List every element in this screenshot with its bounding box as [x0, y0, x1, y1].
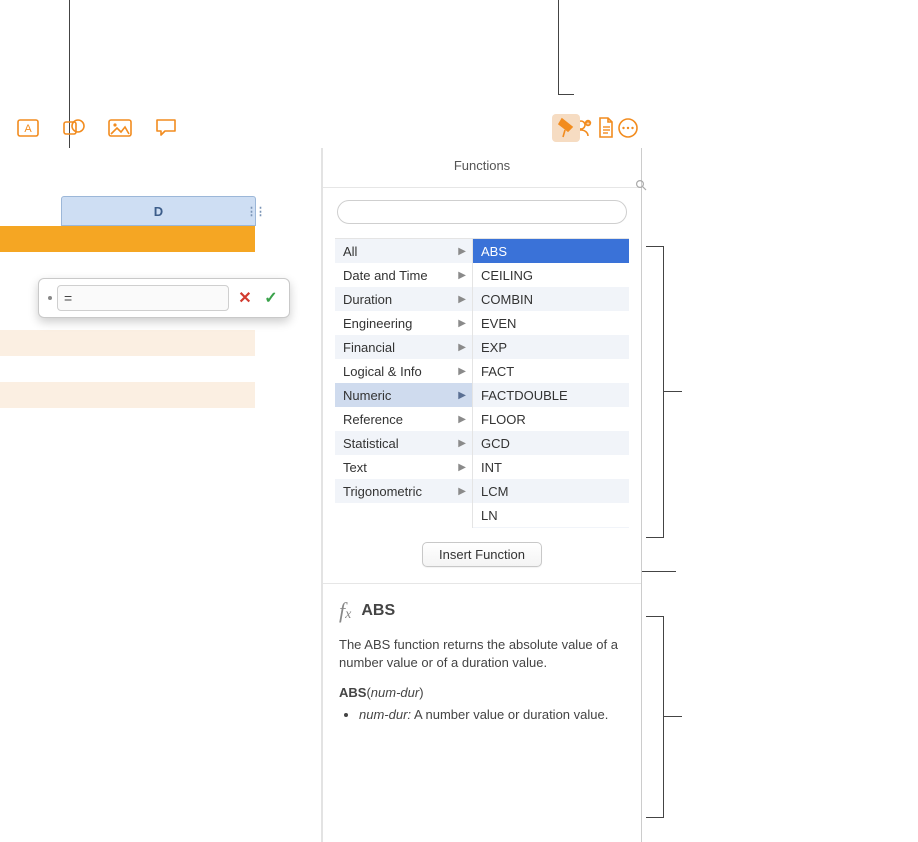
- function-item[interactable]: EXP: [473, 335, 629, 359]
- formula-cancel-button[interactable]: ✕: [235, 288, 255, 308]
- category-label: Trigonometric: [343, 484, 422, 499]
- shape-icon[interactable]: [60, 114, 88, 142]
- category-item[interactable]: Financial ▶: [335, 335, 472, 359]
- function-label: EVEN: [481, 316, 516, 331]
- category-label: Text: [343, 460, 367, 475]
- category-label: Statistical: [343, 436, 399, 451]
- chevron-right-icon: ▶: [458, 438, 466, 449]
- category-item[interactable]: Engineering ▶: [335, 311, 472, 335]
- sheet-row-stripe: [0, 330, 255, 356]
- column-header-row: D ⋮⋮: [0, 196, 256, 226]
- function-item[interactable]: ABS: [473, 239, 629, 263]
- chevron-right-icon: ▶: [458, 462, 466, 473]
- toolbar-right: [552, 108, 620, 148]
- function-label: EXP: [481, 340, 507, 355]
- function-item[interactable]: COMBIN: [473, 287, 629, 311]
- function-item[interactable]: LOG: [473, 527, 629, 528]
- category-label: Numeric: [343, 388, 391, 403]
- function-label: FACT: [481, 364, 514, 379]
- function-label: LCM: [481, 484, 508, 499]
- function-browser: All▶Date and Time▶Duration▶Engineering▶F…: [335, 238, 629, 528]
- function-label: COMBIN: [481, 292, 533, 307]
- formula-accept-button[interactable]: ✓: [261, 288, 281, 308]
- category-label: Engineering: [343, 316, 412, 331]
- image-icon[interactable]: [106, 114, 134, 142]
- function-label: CEILING: [481, 268, 533, 283]
- category-item[interactable]: Duration ▶: [335, 287, 472, 311]
- category-list: All▶Date and Time▶Duration▶Engineering▶F…: [335, 239, 473, 528]
- function-item[interactable]: FLOOR: [473, 407, 629, 431]
- category-item[interactable]: Logical & Info ▶: [335, 359, 472, 383]
- category-label: Date and Time: [343, 268, 428, 283]
- category-item[interactable]: Text ▶: [335, 455, 472, 479]
- function-item[interactable]: FACT: [473, 359, 629, 383]
- chevron-right-icon: ▶: [458, 414, 466, 425]
- function-item[interactable]: LN: [473, 503, 629, 527]
- column-header-D[interactable]: D ⋮⋮: [61, 196, 256, 226]
- category-label: Financial: [343, 340, 395, 355]
- function-item[interactable]: INT: [473, 455, 629, 479]
- category-label: Logical & Info: [343, 364, 422, 379]
- category-item[interactable]: Date and Time ▶: [335, 263, 472, 287]
- function-label: LN: [481, 508, 498, 523]
- insert-function-button[interactable]: Insert Function: [422, 542, 542, 567]
- category-item[interactable]: All ▶: [335, 239, 472, 263]
- function-label: FACTDOUBLE: [481, 388, 568, 403]
- function-item[interactable]: LCM: [473, 479, 629, 503]
- chevron-right-icon: ▶: [458, 486, 466, 497]
- format-brush-icon[interactable]: [552, 114, 580, 142]
- category-label: Duration: [343, 292, 392, 307]
- chevron-right-icon: ▶: [458, 366, 466, 377]
- toolbar: A +: [0, 108, 642, 148]
- function-label: ABS: [481, 244, 507, 259]
- function-item[interactable]: GCD: [473, 431, 629, 455]
- svg-text:A: A: [24, 123, 32, 135]
- chevron-right-icon: ▶: [458, 342, 466, 353]
- function-summary: The ABS function returns the absolute va…: [339, 636, 625, 671]
- function-arg: num-dur: A number value or duration valu…: [359, 706, 625, 724]
- function-name: ABS: [361, 602, 395, 620]
- chevron-right-icon: ▶: [458, 270, 466, 281]
- formula-input[interactable]: =: [57, 285, 229, 311]
- function-item[interactable]: EVEN: [473, 311, 629, 335]
- sheet-row-stripe: [0, 382, 255, 408]
- fx-icon: fx: [339, 598, 351, 624]
- header-row: [0, 226, 255, 252]
- category-item[interactable]: Trigonometric ▶: [335, 479, 472, 503]
- document-icon[interactable]: [592, 114, 620, 142]
- category-item[interactable]: Numeric ▶: [335, 383, 472, 407]
- formula-drag-dot-icon[interactable]: [48, 296, 52, 300]
- chevron-right-icon: ▶: [458, 246, 466, 257]
- function-label: GCD: [481, 436, 510, 451]
- search-input[interactable]: [337, 200, 627, 224]
- function-description: fx ABS The ABS function returns the abso…: [323, 584, 641, 724]
- column-drag-handle-icon[interactable]: ⋮⋮: [251, 201, 259, 221]
- text-box-icon[interactable]: A: [14, 114, 42, 142]
- formula-editor: = ✕ ✓: [38, 278, 290, 318]
- spreadsheet-area: [0, 148, 322, 842]
- function-list: ABS CEILING COMBIN EVEN EXP FACT FACTDOUBLE FLO…: [473, 239, 629, 528]
- chevron-right-icon: ▶: [458, 318, 466, 329]
- panel-title: Functions: [323, 148, 641, 187]
- search-icon: [635, 179, 647, 194]
- function-label: FLOOR: [481, 412, 526, 427]
- chevron-right-icon: ▶: [458, 294, 466, 305]
- function-label: INT: [481, 460, 502, 475]
- search-wrap: [323, 188, 641, 232]
- column-label: D: [154, 204, 163, 219]
- chevron-right-icon: ▶: [458, 390, 466, 401]
- functions-panel: Functions All▶Date and Time▶Duration▶Eng…: [322, 148, 642, 842]
- category-label: Reference: [343, 412, 403, 427]
- category-item[interactable]: Reference ▶: [335, 407, 472, 431]
- function-signature: ABS(num-dur): [339, 685, 625, 700]
- category-label: All: [343, 244, 357, 259]
- category-item[interactable]: Statistical ▶: [335, 431, 472, 455]
- function-item[interactable]: CEILING: [473, 263, 629, 287]
- function-item[interactable]: FACTDOUBLE: [473, 383, 629, 407]
- comment-icon[interactable]: [152, 114, 180, 142]
